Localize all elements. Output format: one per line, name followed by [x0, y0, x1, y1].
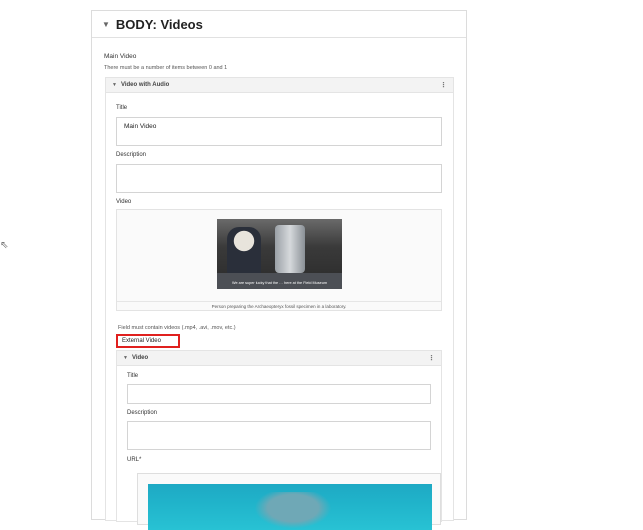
video-with-audio-panel: ▼ Video with Audio ⋮ Title Main Video De… [105, 77, 454, 530]
more-vertical-icon[interactable]: ⋮ [440, 81, 447, 89]
chevron-down-icon[interactable]: ▼ [112, 82, 117, 88]
thumbnail-subtitle: We are super lucky that the … here at th… [231, 281, 328, 285]
video-label: Video [116, 199, 132, 205]
external-video-panel: ▼ Video ⋮ Title Description URL* [116, 350, 442, 530]
description-field[interactable] [116, 164, 442, 193]
ext-title-field[interactable] [127, 384, 431, 404]
external-video-header[interactable]: ▼ Video ⋮ [117, 351, 441, 366]
url-preview-box[interactable] [137, 473, 441, 530]
video-caption: Person preparing the Archaeopteryx fossi… [117, 301, 441, 309]
mouse-pointer-icon: ⇖ [0, 240, 9, 251]
external-video-title: Video [131, 355, 149, 361]
panel-title: BODY: Videos [115, 16, 203, 32]
item-count-constraint: There must be a number of items between … [104, 65, 228, 71]
title-field[interactable]: Main Video [116, 117, 442, 146]
video-thumbnail[interactable]: We are super lucky that the … here at th… [217, 219, 342, 289]
video-upload-box[interactable]: We are super lucky that the … here at th… [116, 209, 442, 311]
ext-description-field[interactable] [127, 421, 431, 450]
ext-title-label: Title [127, 373, 139, 379]
video-with-audio-header[interactable]: ▼ Video with Audio ⋮ [106, 78, 453, 93]
video-format-hint: Field must contain videos (.mp4, .avi, .… [118, 325, 236, 331]
thumbnail-shark [248, 492, 338, 530]
ext-description-label: Description [127, 410, 158, 416]
chevron-down-icon[interactable]: ▼ [102, 20, 110, 29]
url-video-thumbnail[interactable] [148, 484, 432, 530]
external-video-label: External Video [116, 334, 180, 348]
more-vertical-icon[interactable]: ⋮ [428, 354, 435, 362]
title-label: Title [116, 105, 128, 111]
chevron-down-icon[interactable]: ▼ [123, 355, 128, 361]
videos-panel-header[interactable]: ▼ BODY: Videos [92, 11, 466, 38]
url-label: URL* [127, 457, 142, 463]
video-with-audio-title: Video with Audio [120, 82, 170, 88]
videos-panel: ▼ BODY: Videos Main Video There must be … [91, 10, 467, 530]
description-label: Description [116, 152, 147, 158]
thumbnail-microscope [275, 225, 305, 273]
main-video-label: Main Video [104, 53, 137, 60]
